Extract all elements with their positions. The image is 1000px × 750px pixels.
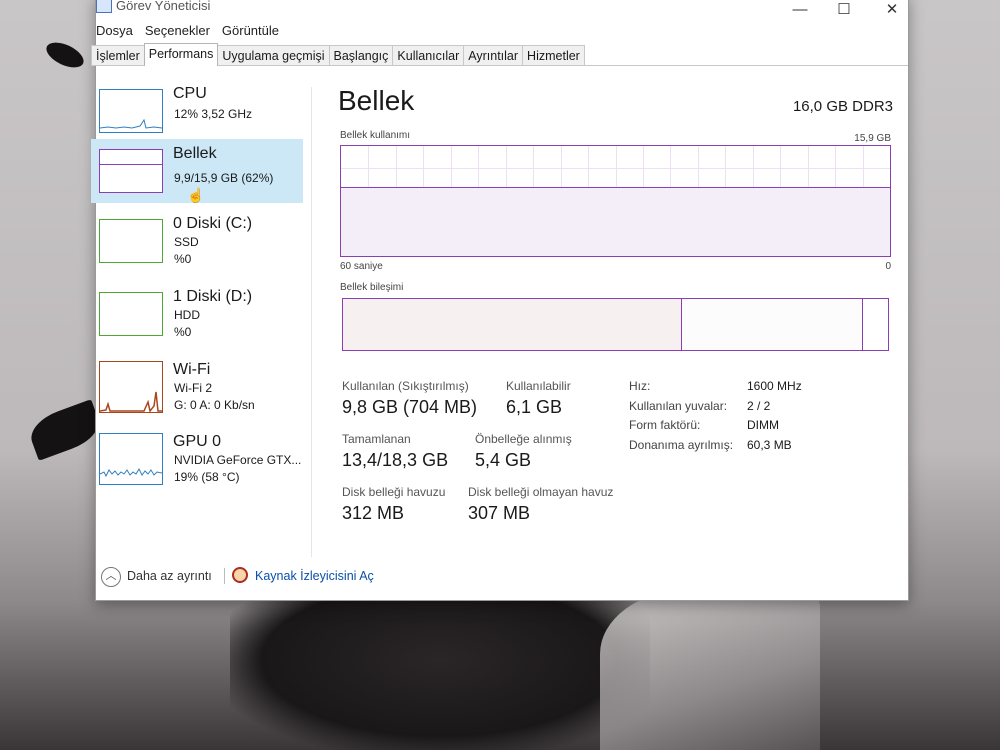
sidebar-memory-title: Bellek	[173, 145, 217, 162]
composition-label: Bellek bileşimi	[340, 282, 404, 293]
form-factor-label: Form faktörü:	[629, 418, 701, 432]
tab-users[interactable]: Kullanıcılar	[392, 45, 465, 66]
disk0-thumbnail-graph	[99, 219, 163, 263]
sidebar-item-disk-0[interactable]: 0 Diski (C:) SSD %0	[91, 209, 303, 273]
used-value: 9,8 GB (704 MB)	[342, 397, 478, 417]
sidebar-disk0-usage: %0	[174, 252, 192, 266]
sidebar-wifi-throughput: G: 0 A: 0 Kb/sn	[174, 398, 255, 412]
sidebar-item-disk-1[interactable]: 1 Diski (D:) HDD %0	[91, 282, 303, 346]
sidebar-wifi-title: Wi-Fi	[173, 361, 211, 378]
minimize-button[interactable]: —	[786, 1, 814, 19]
close-button[interactable]: ✕	[878, 1, 906, 19]
menu-options[interactable]: Seçenekler	[145, 21, 210, 41]
sidebar-disk0-title: 0 Diski (C:)	[173, 215, 253, 232]
wallpaper-shape	[42, 37, 88, 73]
sidebar-cpu-usage: 12% 3,52 GHz	[174, 107, 253, 121]
sidebar-item-memory[interactable]: Bellek 9,9/15,9 GB (62%) ☝	[91, 139, 303, 203]
sidebar-item-wifi[interactable]: Wi-Fi Wi-Fi 2 G: 0 A: 0 Kb/sn	[91, 355, 303, 419]
wallpaper-figure	[230, 600, 650, 750]
memory-composition-bar	[342, 298, 889, 351]
usage-graph-max: 15,9 GB	[854, 133, 891, 144]
memory-spec: 16,0 GB DDR3	[792, 98, 893, 115]
usage-graph-label: Bellek kullanımı	[340, 130, 411, 141]
wifi-sparkline	[99, 391, 162, 413]
hardware-reserved-value: 60,3 MB	[747, 438, 792, 452]
open-resource-monitor-link[interactable]: Kaynak İzleyicisini Aç	[255, 569, 374, 583]
task-manager-icon	[96, 0, 112, 13]
sidebar-disk1-usage: %0	[174, 325, 192, 339]
sidebar-gpu-usage: 19% (58 °C)	[174, 470, 240, 484]
memory-detail-panel: Bellek 16,0 GB DDR3 Bellek kullanımı 15,…	[338, 85, 893, 545]
sidebar-disk0-type: SSD	[174, 235, 199, 249]
paged-pool-label: Disk belleği havuzu	[342, 485, 446, 499]
slots-label: Kullanılan yuvalar:	[629, 399, 728, 413]
sidebar-item-cpu[interactable]: CPU 12% 3,52 GHz	[91, 79, 303, 143]
cpu-sparkline	[99, 118, 163, 129]
axis-right-label: 0	[885, 261, 891, 272]
page-title: Bellek	[338, 85, 415, 116]
available-label: Kullanılabilir	[506, 379, 571, 393]
speed-value: 1600 MHz	[747, 379, 802, 393]
memory-usage-graph	[340, 145, 891, 257]
sidebar-divider	[311, 87, 312, 557]
cached-label: Önbelleğe alınmış	[475, 432, 572, 446]
cached-value: 5,4 GB	[475, 450, 532, 470]
available-value: 6,1 GB	[506, 397, 563, 417]
hardware-reserved-label: Donanıma ayrılmış:	[629, 438, 734, 452]
disk1-thumbnail-graph	[99, 292, 163, 336]
sidebar-wifi-adapter: Wi-Fi 2	[174, 381, 212, 395]
menu-file[interactable]: Dosya	[96, 21, 133, 41]
footer-separator	[224, 568, 225, 584]
cpu-thumbnail-graph	[99, 89, 163, 133]
wallpaper-hair	[600, 590, 820, 750]
speed-label: Hız:	[629, 379, 651, 393]
axis-left-label: 60 saniye	[340, 261, 383, 272]
tab-details[interactable]: Ayrıntılar	[463, 45, 524, 66]
fewer-details-button[interactable]: Daha az ayrıntı	[127, 569, 212, 583]
menu-view[interactable]: Görüntüle	[222, 21, 279, 41]
used-label: Kullanılan (Sıkıştırılmış)	[342, 379, 469, 393]
tab-processes[interactable]: İşlemler	[91, 45, 145, 66]
nonpaged-pool-value: 307 MB	[468, 503, 531, 523]
tab-services[interactable]: Hizmetler	[522, 45, 585, 66]
sidebar-memory-usage: 9,9/15,9 GB (62%)	[174, 171, 274, 185]
sidebar-disk1-type: HDD	[174, 308, 200, 322]
sidebar-item-gpu[interactable]: GPU 0 NVIDIA GeForce GTX... 19% (58 °C)	[91, 427, 303, 491]
nonpaged-pool-label: Disk belleği olmayan havuz	[468, 485, 614, 499]
task-manager-window: Görev Yöneticisi — ☐ ✕ Dosya Seçenekler …	[91, 0, 909, 601]
tab-app-history[interactable]: Uygulama geçmişi	[217, 45, 330, 66]
grid-line	[341, 168, 890, 169]
composition-free[interactable]	[862, 299, 885, 350]
window-title: Görev Yöneticisi	[116, 0, 211, 13]
composition-standby[interactable]	[681, 299, 863, 350]
gpu-thumbnail-graph	[99, 433, 163, 485]
committed-value: 13,4/18,3 GB	[342, 450, 449, 470]
performance-sidebar: CPU 12% 3,52 GHz Bellek 9,9/15,9 GB (62%…	[91, 79, 308, 559]
memory-level-line	[100, 164, 162, 165]
committed-label: Tamamlanan	[342, 432, 411, 446]
tab-startup[interactable]: Başlangıç	[328, 45, 394, 66]
hand-cursor-icon: ☝	[187, 187, 205, 203]
sidebar-cpu-title: CPU	[173, 85, 207, 102]
gpu-sparkline	[99, 467, 163, 478]
composition-in-use[interactable]	[343, 299, 682, 350]
memory-usage-fill	[341, 186, 890, 256]
form-factor-value: DIMM	[747, 418, 779, 432]
paged-pool-value: 312 MB	[342, 503, 405, 523]
wifi-thumbnail-graph	[99, 361, 163, 413]
title-bar: Görev Yöneticisi — ☐ ✕	[96, 0, 908, 19]
maximize-button[interactable]: ☐	[830, 1, 858, 19]
chevron-up-icon[interactable]: ︿	[101, 567, 121, 587]
sidebar-gpu-title: GPU 0	[173, 433, 222, 450]
memory-thumbnail-graph	[99, 149, 163, 193]
sidebar-disk1-title: 1 Diski (D:)	[173, 288, 253, 305]
slots-value: 2 / 2	[747, 399, 771, 413]
sidebar-gpu-model: NVIDIA GeForce GTX...	[174, 453, 302, 467]
tab-performance[interactable]: Performans	[143, 43, 219, 66]
resource-monitor-icon	[232, 567, 248, 583]
footer-bar: ︿ Daha az ayrıntı Kaynak İzleyicisini Aç	[101, 567, 501, 589]
menu-bar: Dosya Seçenekler Görüntüle	[96, 21, 279, 41]
